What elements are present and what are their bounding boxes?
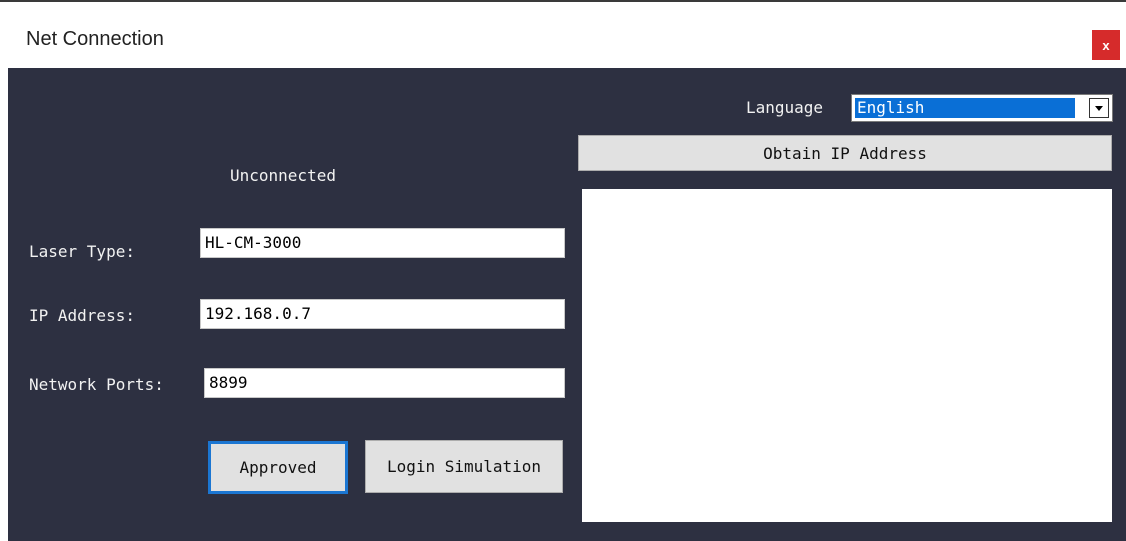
ip-address-list[interactable] bbox=[582, 189, 1112, 522]
chevron-down-icon bbox=[1095, 106, 1103, 111]
net-connection-window: Net Connection x Unconnected Laser Type:… bbox=[0, 0, 1126, 541]
title-bar: Net Connection x bbox=[0, 0, 1126, 66]
connection-panel: Unconnected Laser Type: HL-CM-3000 IP Ad… bbox=[8, 68, 1126, 541]
close-button[interactable]: x bbox=[1092, 30, 1120, 60]
language-selected-value: English bbox=[855, 98, 1075, 118]
approved-button[interactable]: Approved bbox=[208, 441, 348, 494]
login-simulation-button[interactable]: Login Simulation bbox=[365, 440, 563, 493]
window-title: Net Connection bbox=[26, 28, 164, 50]
laser-type-label: Laser Type: bbox=[29, 242, 135, 261]
obtain-ip-button[interactable]: Obtain IP Address bbox=[578, 135, 1112, 171]
network-ports-field[interactable]: 8899 bbox=[204, 368, 565, 398]
close-icon: x bbox=[1102, 37, 1110, 53]
connection-status: Unconnected bbox=[230, 166, 336, 185]
laser-type-field[interactable]: HL-CM-3000 bbox=[200, 228, 565, 258]
language-label: Language bbox=[746, 98, 824, 117]
network-ports-label: Network Ports: bbox=[29, 375, 164, 394]
ip-address-label: IP Address: bbox=[29, 306, 135, 325]
ip-address-field[interactable]: 192.168.0.7 bbox=[200, 299, 565, 329]
language-select[interactable]: English bbox=[851, 94, 1113, 122]
dropdown-arrow[interactable] bbox=[1089, 98, 1109, 118]
